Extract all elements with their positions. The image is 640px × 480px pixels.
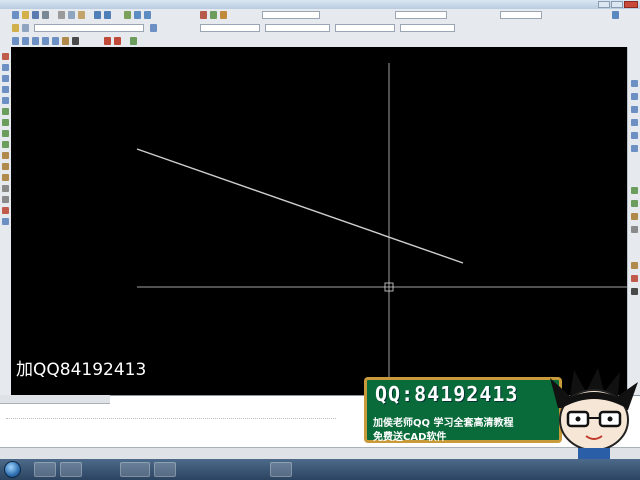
copy-object-icon[interactable]: [2, 64, 9, 71]
fillet-icon[interactable]: [2, 196, 9, 203]
tool-palette-icon[interactable]: [220, 11, 227, 19]
linetype-dropdown[interactable]: [265, 24, 330, 32]
polyline-icon[interactable]: [22, 37, 29, 45]
promo-banner: QQ:84192413 加侯老师QQ 学习全套高清教程 免费送CAD软件: [364, 377, 562, 443]
color-dropdown[interactable]: [200, 24, 260, 32]
windows-taskbar: [0, 459, 640, 480]
design-center-icon[interactable]: [210, 11, 217, 19]
scale-icon[interactable]: [2, 130, 9, 137]
system-tray: [560, 462, 636, 477]
window-titlebar: [0, 0, 640, 9]
drawn-line: [136, 148, 464, 264]
pan-icon[interactable]: [124, 11, 131, 19]
paste-icon[interactable]: [78, 11, 85, 19]
banner-qq-number: QQ:84192413: [375, 382, 519, 406]
plotstyle-dropdown[interactable]: [400, 24, 455, 32]
layers-toolbar: [0, 22, 640, 36]
offset-icon[interactable]: [2, 86, 9, 93]
drawing-canvas[interactable]: [11, 47, 627, 395]
open-file-icon[interactable]: [22, 11, 29, 19]
new-file-icon[interactable]: [12, 11, 19, 19]
mascot-avatar: [550, 368, 638, 459]
command-prompt-line[interactable]: [6, 410, 336, 419]
explode-icon[interactable]: [2, 207, 9, 214]
print-icon[interactable]: [42, 11, 49, 19]
rectangle-side-icon[interactable]: [631, 119, 638, 126]
zoom-window-icon[interactable]: [144, 11, 151, 19]
lineweight-dropdown[interactable]: [335, 24, 395, 32]
move-icon[interactable]: [2, 108, 9, 115]
stretch-icon[interactable]: [2, 141, 9, 148]
hatch-icon[interactable]: [62, 37, 69, 45]
watermark-qq: 加QQ84192413: [16, 360, 147, 380]
hatch-side-icon[interactable]: [631, 262, 638, 269]
mirror-icon[interactable]: [2, 75, 9, 82]
polygon-icon[interactable]: [631, 106, 638, 113]
draw-side-toolbar: [627, 47, 640, 395]
layout-tabs[interactable]: [0, 395, 110, 404]
minimize-icon[interactable]: [598, 1, 610, 8]
redo-icon[interactable]: [104, 11, 111, 19]
block-icon[interactable]: [130, 37, 137, 45]
close-icon[interactable]: [624, 1, 638, 8]
dimstyle-dropdown[interactable]: [395, 11, 447, 19]
dimension-icon[interactable]: [104, 37, 111, 45]
point-icon[interactable]: [631, 226, 638, 233]
ellipse-icon[interactable]: [631, 200, 638, 207]
array-icon[interactable]: [2, 97, 9, 104]
copy-icon[interactable]: [68, 11, 75, 19]
make-current-icon[interactable]: [150, 24, 157, 32]
layer-manager-icon[interactable]: [12, 24, 19, 32]
properties-icon[interactable]: [200, 11, 207, 19]
cut-icon[interactable]: [58, 11, 65, 19]
extend-icon[interactable]: [2, 163, 9, 170]
rectangle-icon[interactable]: [52, 37, 59, 45]
layer-state-icon[interactable]: [22, 24, 29, 32]
mtext-icon[interactable]: [631, 288, 638, 295]
leader-icon[interactable]: [114, 37, 121, 45]
construction-line-icon[interactable]: [631, 93, 638, 100]
erase-icon[interactable]: [2, 53, 9, 60]
standard-toolbar: [0, 9, 640, 23]
taskbar-explorer-button[interactable]: [34, 462, 56, 477]
text-icon[interactable]: [72, 37, 79, 45]
help-icon[interactable]: [612, 11, 619, 19]
break-icon[interactable]: [2, 174, 9, 181]
insert-block-icon[interactable]: [631, 213, 638, 220]
style-dropdown[interactable]: [262, 11, 320, 19]
undo-icon[interactable]: [94, 11, 101, 19]
taskbar-recorder-button[interactable]: [270, 462, 292, 477]
layer-dropdown[interactable]: [34, 24, 144, 32]
arc-icon[interactable]: [42, 37, 49, 45]
taskbar-cad-button[interactable]: [120, 462, 150, 477]
maximize-icon[interactable]: [611, 1, 623, 8]
command-history-line: [6, 424, 336, 432]
tablestyle-dropdown[interactable]: [500, 11, 542, 19]
banner-line-2: 免费送CAD软件: [373, 432, 447, 443]
banner-line-1: 加侯老师QQ 学习全套高清教程: [373, 418, 514, 429]
taskbar-app-button[interactable]: [154, 462, 176, 477]
join-icon[interactable]: [2, 218, 9, 225]
canvas-drawing: [136, 63, 627, 395]
chamfer-icon[interactable]: [2, 185, 9, 192]
spline-icon[interactable]: [631, 187, 638, 194]
zoom-icon[interactable]: [134, 11, 141, 19]
circle-side-icon[interactable]: [631, 145, 638, 152]
start-orb-icon[interactable]: [4, 461, 21, 478]
save-icon[interactable]: [32, 11, 39, 19]
region-icon[interactable]: [631, 275, 638, 282]
trim-icon[interactable]: [2, 152, 9, 159]
rotate-icon[interactable]: [2, 119, 9, 126]
line-icon[interactable]: [12, 37, 19, 45]
arc-side-icon[interactable]: [631, 132, 638, 139]
taskbar-browser-button[interactable]: [60, 462, 82, 477]
circle-icon[interactable]: [32, 37, 39, 45]
line-side-icon[interactable]: [631, 80, 638, 87]
